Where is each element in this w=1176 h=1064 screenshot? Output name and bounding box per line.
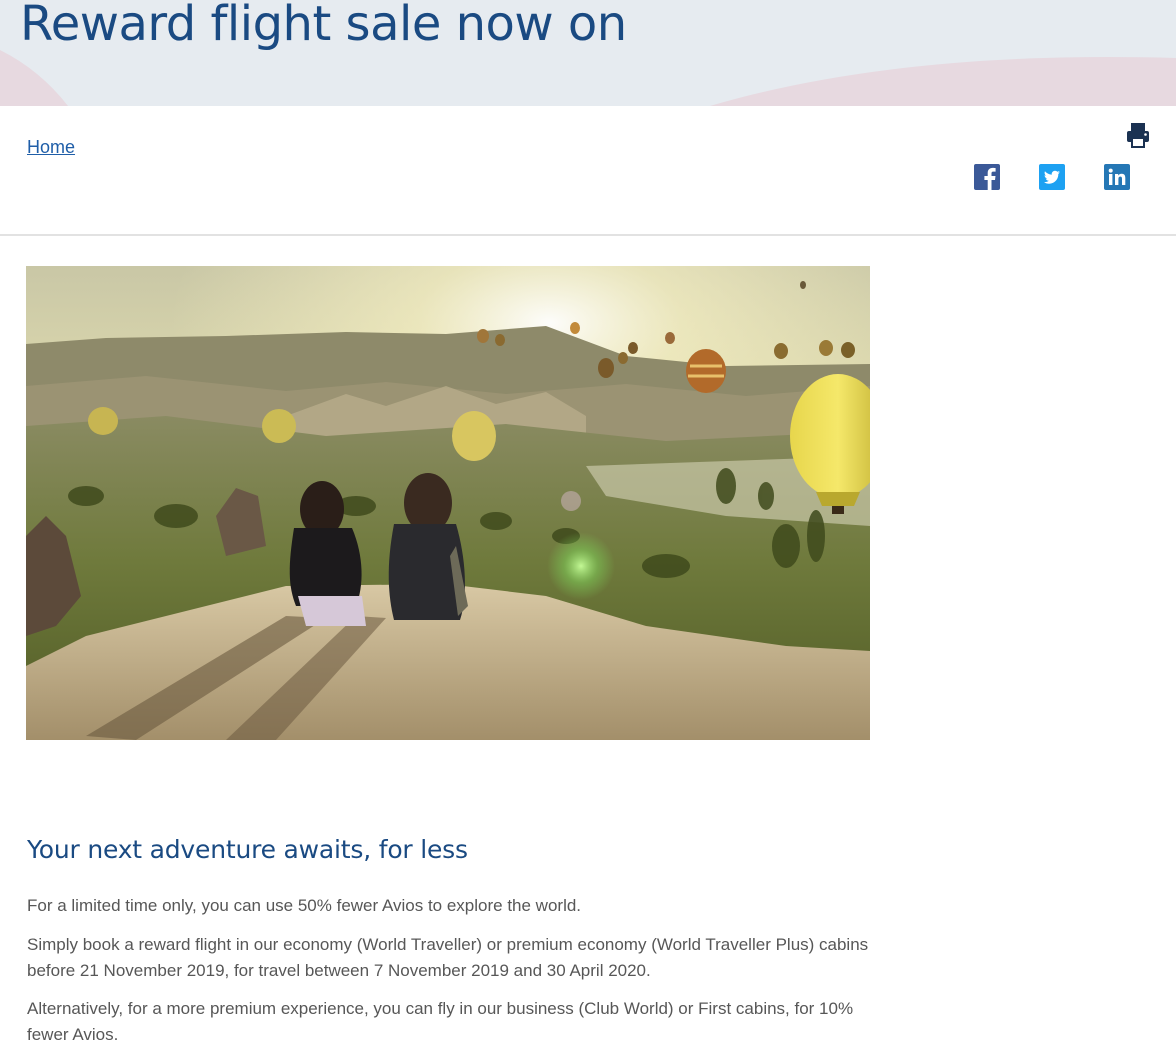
printer-icon[interactable] (1124, 121, 1152, 149)
page-title: Reward flight sale now on (20, 0, 627, 52)
breadcrumb: Home (27, 137, 75, 158)
twitter-icon[interactable] (1039, 164, 1065, 190)
breadcrumb-home-link[interactable]: Home (27, 137, 75, 157)
paragraph-offer: For a limited time only, you can use 50%… (27, 896, 582, 915)
section-heading: Your next adventure awaits, for less (27, 835, 468, 864)
paragraph-premium-option: Alternatively, for a more premium experi… (27, 999, 854, 1044)
linkedin-icon[interactable] (1104, 164, 1130, 190)
hero-photo (26, 266, 870, 740)
paragraph-booking-details: Simply book a reward flight in our econo… (27, 935, 869, 980)
facebook-icon[interactable] (974, 164, 1000, 190)
header-divider (0, 234, 1176, 236)
hero-banner: Reward flight sale now on (0, 0, 1176, 106)
